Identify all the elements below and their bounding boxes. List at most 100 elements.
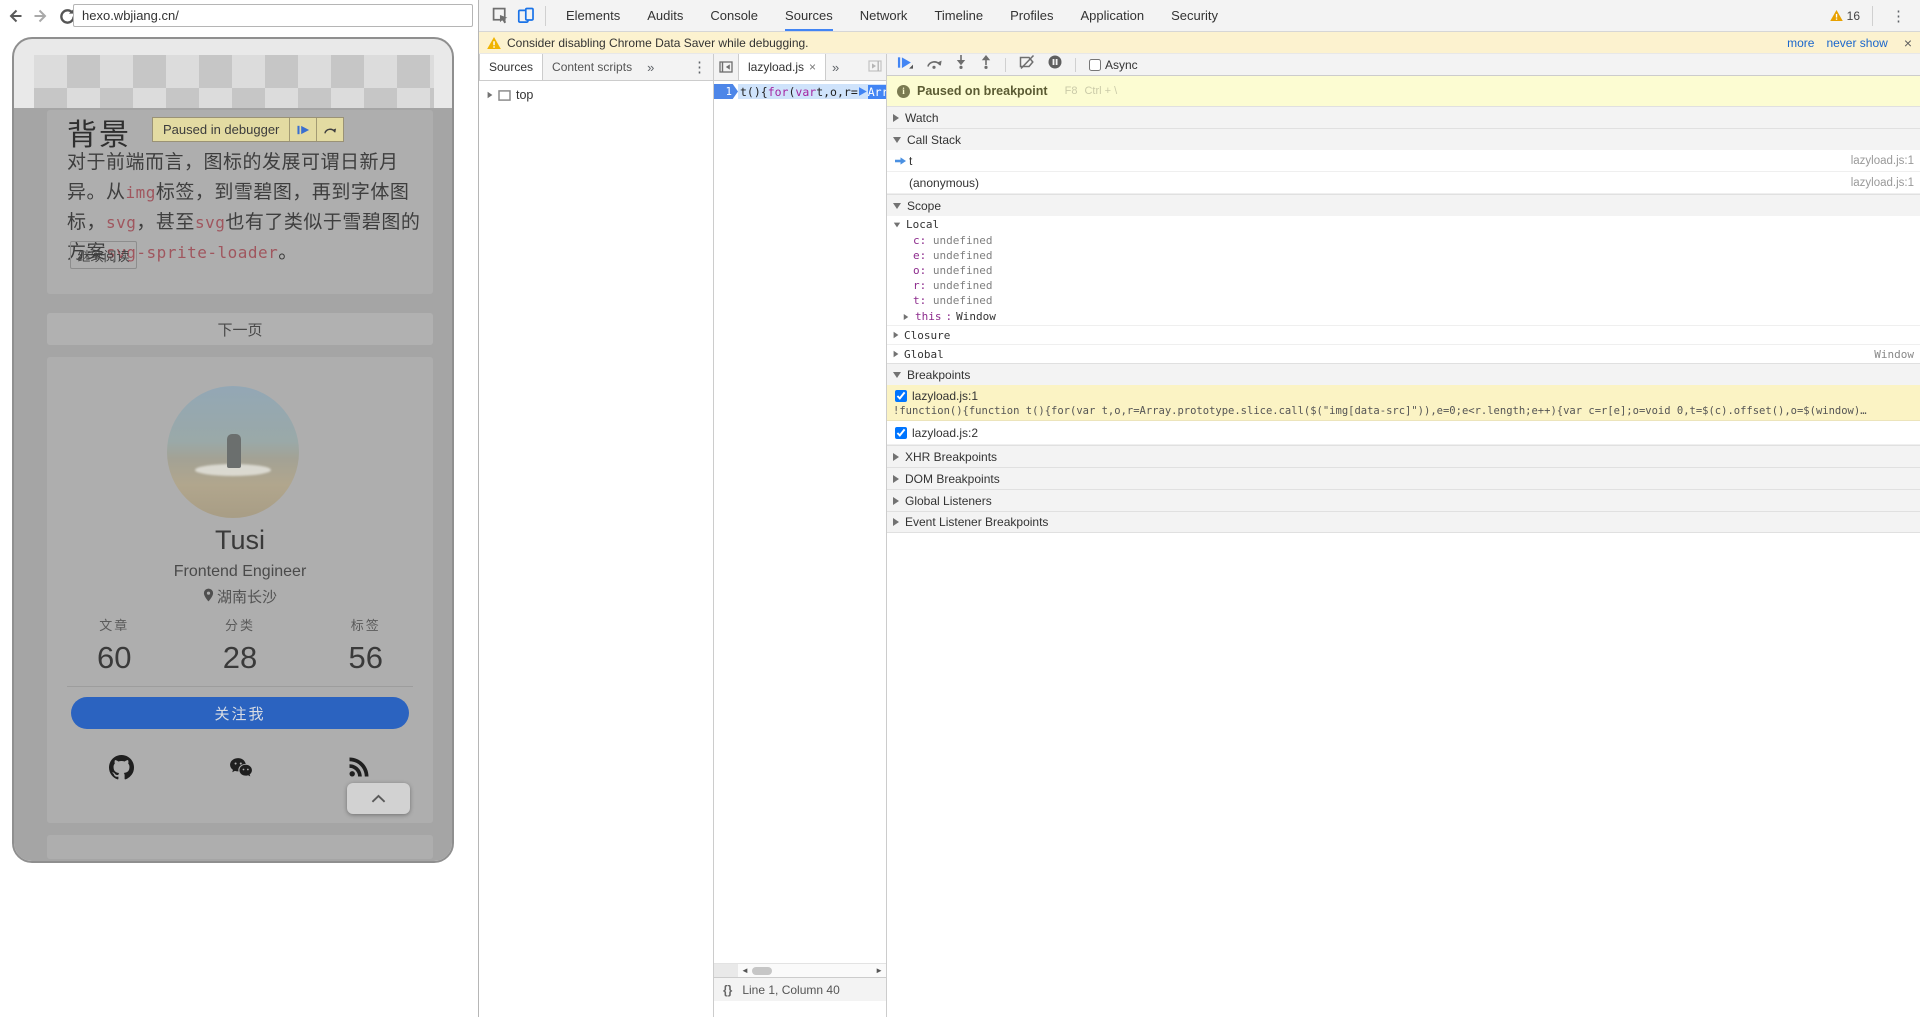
editor-horizontal-scrollbar[interactable]: ◄ ►	[714, 963, 886, 977]
never-show-link[interactable]: never show	[1826, 36, 1887, 50]
var-name: r	[913, 279, 920, 292]
breakpoint-entry-1[interactable]: lazyload.js:1 !function(){function t(){f…	[887, 385, 1920, 421]
code-editor[interactable]: 1 t(){for(var t,o,r= Arr	[714, 81, 886, 963]
step-over-icon[interactable]	[926, 56, 942, 74]
resume-shortcut-hint: F8	[1064, 85, 1078, 97]
tab-profiles[interactable]: Profiles	[1010, 0, 1053, 31]
call-stack-frame-anonymous[interactable]: (anonymous) lazyload.js:1	[887, 172, 1920, 194]
step-into-icon[interactable]	[955, 55, 967, 74]
scope-variable-r[interactable]: r: undefined	[887, 278, 1920, 293]
github-icon[interactable]	[109, 755, 134, 785]
tab-network[interactable]: Network	[860, 0, 908, 31]
scroll-right-icon[interactable]: ►	[872, 966, 886, 975]
breakpoint-checkbox[interactable]	[895, 390, 907, 402]
code-text: t(){for(var t,o,r= Arr	[738, 84, 886, 99]
async-checkbox[interactable]	[1089, 58, 1101, 71]
section-global-listeners[interactable]: Global Listeners	[887, 489, 1920, 511]
more-editor-tabs-icon[interactable]: »	[826, 60, 845, 75]
follow-me-button[interactable]: 关注我	[71, 697, 409, 729]
stat-value: 28	[222, 640, 258, 675]
para-code-img: img	[125, 183, 156, 202]
resume-script-icon[interactable]	[289, 118, 316, 141]
tab-sources[interactable]: Sources	[785, 0, 833, 31]
wechat-icon[interactable]	[228, 755, 254, 785]
navigator-tab-sources[interactable]: Sources	[479, 54, 544, 80]
rss-icon[interactable]	[347, 755, 371, 785]
frame-function-name: (anonymous)	[909, 175, 980, 190]
stat-label: 分类	[224, 618, 255, 633]
divider	[1005, 57, 1006, 72]
section-dom-breakpoints[interactable]: DOM Breakpoints	[887, 467, 1920, 489]
editor-footer-strip	[714, 1001, 886, 1017]
para-code-svg2: svg	[194, 213, 226, 232]
scope-local-group[interactable]: Local	[887, 216, 1920, 233]
editor-tab-lazyload[interactable]: lazyload.js ×	[738, 54, 827, 80]
line-number-execution-marker[interactable]: 1	[714, 84, 738, 99]
tree-item-top[interactable]: top	[516, 88, 533, 102]
section-scope[interactable]: Scope	[887, 194, 1920, 216]
show-details-icon[interactable]	[868, 59, 882, 75]
tab-audits[interactable]: Audits	[647, 0, 683, 31]
section-xhr-breakpoints[interactable]: XHR Breakpoints	[887, 445, 1920, 467]
data-saver-infobar: Consider disabling Chrome Data Saver whi…	[479, 32, 1920, 54]
stat-categories[interactable]: 分类 28	[223, 615, 257, 676]
back-icon[interactable]	[4, 5, 26, 27]
devtools: Elements Audits Console Sources Network …	[478, 0, 1920, 1017]
scope-variable-this[interactable]: this: Window	[887, 308, 1920, 325]
url-bar[interactable]: hexo.wbjiang.cn/	[73, 4, 473, 27]
scope-variable-o[interactable]: o: undefined	[887, 263, 1920, 278]
pause-on-exceptions-icon[interactable]	[1048, 55, 1062, 74]
scrollbar-thumb[interactable]	[751, 966, 772, 975]
more-link[interactable]: more	[1787, 36, 1814, 50]
deactivate-breakpoints-icon[interactable]	[1019, 54, 1035, 74]
step-over-banner-icon[interactable]	[316, 118, 343, 141]
scope-closure-group[interactable]: Closure	[887, 325, 1920, 344]
resume-script-icon[interactable]	[897, 56, 913, 74]
scope-variable-c[interactable]: c: undefined	[887, 233, 1920, 248]
stat-tags[interactable]: 标签 56	[349, 615, 383, 676]
section-call-stack[interactable]: Call Stack	[887, 128, 1920, 150]
navigator-tab-content-scripts[interactable]: Content scripts	[543, 54, 641, 80]
navigator-menu-icon[interactable]: ⋮	[686, 58, 713, 76]
url-text: hexo.wbjiang.cn/	[82, 8, 179, 23]
forward-icon[interactable]	[30, 5, 52, 27]
profile-location: 湖南长沙	[47, 586, 433, 607]
scope-variable-t[interactable]: t: undefined	[887, 293, 1920, 308]
close-tab-icon[interactable]: ×	[809, 60, 816, 74]
section-label: Watch	[905, 110, 939, 125]
scope-group-label: Local	[906, 218, 940, 231]
scroll-left-icon[interactable]: ◄	[738, 966, 752, 975]
warning-triangle-icon	[1829, 10, 1843, 21]
breakpoint-entry-2[interactable]: lazyload.js:2	[887, 421, 1920, 445]
next-page-button[interactable]: 下一页	[47, 313, 433, 345]
read-more-button[interactable]: 继续阅读	[70, 241, 137, 269]
call-stack-frame-current[interactable]: t lazyload.js:1	[887, 150, 1920, 172]
tab-console[interactable]: Console	[710, 0, 758, 31]
section-breakpoints[interactable]: Breakpoints	[887, 363, 1920, 385]
scope-variable-e[interactable]: e: undefined	[887, 248, 1920, 263]
breakpoint-checkbox[interactable]	[895, 426, 907, 439]
devtools-menu-icon[interactable]: ⋮	[1885, 7, 1912, 25]
pretty-print-icon[interactable]: {}	[723, 983, 732, 997]
more-tabs-icon[interactable]: »	[641, 60, 660, 75]
tab-timeline[interactable]: Timeline	[934, 0, 983, 31]
current-frame-arrow-icon	[895, 156, 909, 165]
close-infobar-icon[interactable]: ×	[1904, 35, 1912, 51]
file-tab-label: lazyload.js	[748, 60, 805, 74]
step-out-icon[interactable]	[980, 55, 992, 74]
warning-count-badge[interactable]: 16	[1829, 9, 1860, 23]
device-toolbar-icon[interactable]	[515, 5, 537, 27]
devtools-toolbar: Elements Audits Console Sources Network …	[479, 0, 1920, 32]
stat-posts[interactable]: 文章 60	[97, 615, 131, 676]
tab-elements[interactable]: Elements	[566, 0, 620, 31]
scroll-to-top-button[interactable]	[347, 783, 410, 814]
tab-security[interactable]: Security	[1171, 0, 1218, 31]
disclosure-triangle-icon[interactable]	[487, 91, 493, 99]
scope-global-group[interactable]: Global Window	[887, 344, 1920, 363]
avatar	[167, 386, 299, 518]
section-event-listener-breakpoints[interactable]: Event Listener Breakpoints	[887, 511, 1920, 533]
section-watch[interactable]: Watch	[887, 106, 1920, 128]
show-navigator-icon[interactable]	[716, 56, 736, 78]
inspect-element-icon[interactable]	[489, 5, 511, 27]
tab-application[interactable]: Application	[1080, 0, 1144, 31]
